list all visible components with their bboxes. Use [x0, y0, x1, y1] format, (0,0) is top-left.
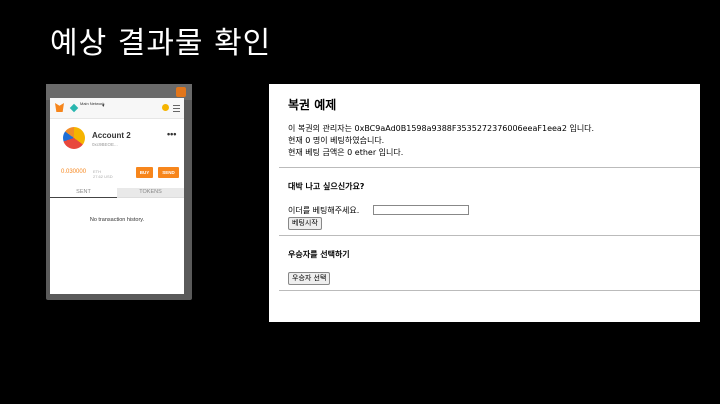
send-button[interactable]: SEND — [158, 167, 179, 178]
metamask-popup: Main Network ▾ Account 2 0xc9BEOE... •••… — [50, 98, 184, 294]
account-avatar — [63, 127, 85, 149]
account-name: Account 2 — [92, 131, 131, 140]
divider — [279, 167, 700, 168]
fox-logo-icon — [55, 103, 64, 112]
bet-section-heading: 대박 나고 싶으신가요? — [288, 182, 365, 191]
players-info: 현재 0 명이 베팅하였습니다. — [288, 136, 385, 145]
account-options-icon[interactable]: ••• — [167, 129, 176, 139]
pot-info: 현재 베팅 금액은 0 ether 입니다. — [288, 148, 404, 157]
winner-section-heading: 우승자를 선택하기 — [288, 250, 350, 259]
metamask-extension-icon[interactable] — [176, 87, 186, 97]
chevron-down-icon[interactable]: ▾ — [102, 103, 105, 109]
manager-info: 이 복권의 관리자는 0xBC9aAd0B1598a9388F353527237… — [288, 124, 595, 133]
page-title: 복권 예제 — [288, 98, 337, 112]
network-selector[interactable]: Main Network — [80, 102, 110, 106]
divider — [279, 235, 700, 236]
buy-button[interactable]: BUY — [136, 167, 153, 178]
pick-winner-button[interactable]: 우승자 선택 — [288, 272, 331, 285]
hamburger-menu-icon[interactable] — [173, 105, 180, 112]
slide-title: 예상 결과물 확인 — [50, 26, 272, 61]
divider — [279, 290, 700, 291]
network-icon — [69, 103, 79, 113]
tab-sent[interactable]: SENT — [50, 188, 117, 198]
account-switcher-icon[interactable] — [162, 104, 169, 111]
empty-history-message: No transaction history. — [89, 217, 145, 223]
start-bet-button[interactable]: 베팅시작 — [288, 217, 322, 230]
metamask-tabs: SENT TOKENS — [50, 188, 184, 198]
usd-unit: USD — [104, 174, 113, 179]
bet-amount-input[interactable] — [373, 205, 469, 215]
balance-units: ETH 27.62 USD — [93, 169, 113, 179]
eth-balance: 0.030000 — [61, 169, 87, 175]
bet-prompt-label: 이더를 베팅해주세요. — [288, 206, 360, 215]
account-address[interactable]: 0xc9BEOE... — [92, 142, 118, 147]
lottery-page: 복권 예제 이 복권의 관리자는 0xBC9aAd0B1598a9388F353… — [269, 84, 700, 322]
tab-tokens[interactable]: TOKENS — [117, 188, 184, 197]
header-actions — [162, 104, 180, 112]
metamask-header: Main Network ▾ — [50, 98, 184, 119]
usd-balance: 27.62 — [93, 174, 104, 179]
metamask-window: Main Network ▾ Account 2 0xc9BEOE... •••… — [46, 84, 192, 300]
